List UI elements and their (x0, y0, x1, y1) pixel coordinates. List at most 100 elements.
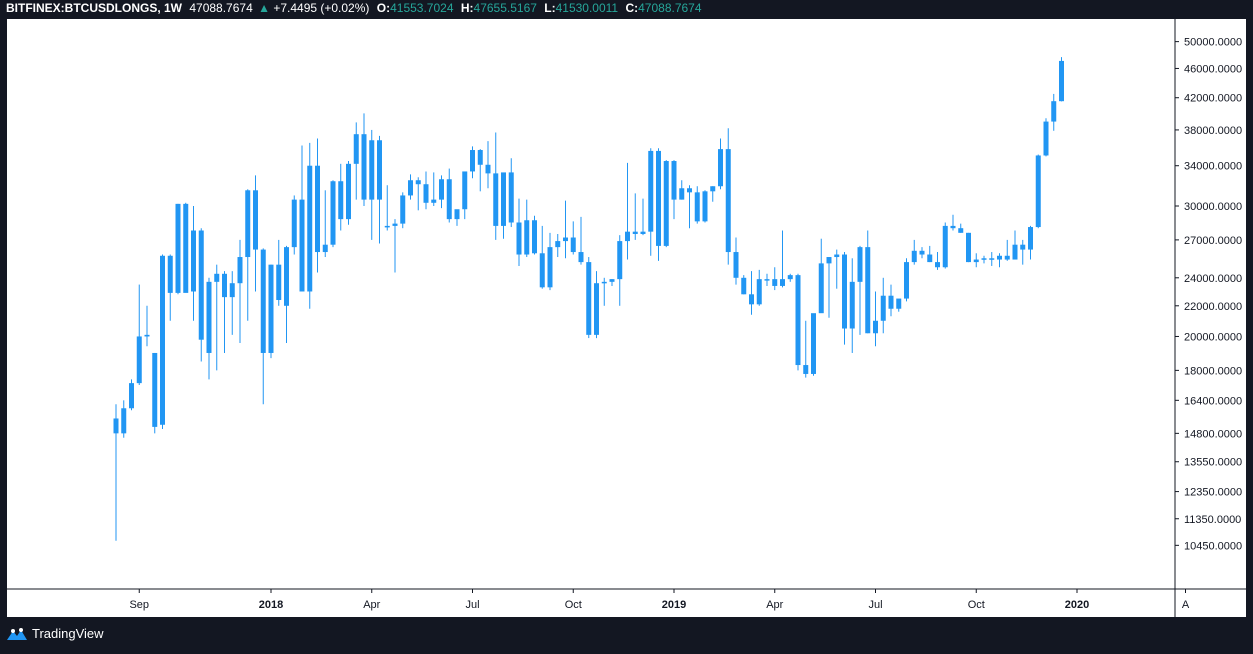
candle (330, 180, 336, 248)
open-value: 41553.7024 (390, 1, 454, 15)
candle (671, 160, 677, 220)
candle (935, 252, 940, 270)
candle-body (346, 163, 351, 220)
candle (253, 175, 258, 292)
candle-body (617, 241, 623, 280)
low-label: L: (544, 1, 556, 15)
candle (555, 233, 561, 258)
candle-body (353, 134, 359, 164)
candle (260, 248, 266, 405)
candle-body (865, 247, 871, 334)
candle (710, 186, 716, 202)
y-tick-label: 11350.0000 (1184, 514, 1241, 526)
candle (470, 146, 475, 179)
candle-body (485, 164, 491, 174)
candle-body (1051, 101, 1057, 122)
candle-body (1043, 121, 1049, 156)
candle-body (330, 181, 336, 245)
candlestick-chart[interactable]: 50000.0000 46000.0000 42000.0000 38000.0000… (7, 19, 1246, 617)
x-tick-label: Oct (968, 599, 985, 611)
candle-body (702, 191, 708, 222)
candle-body (989, 258, 995, 260)
tradingview-brand[interactable]: TradingView (6, 626, 104, 641)
candle (369, 129, 375, 240)
candle-body (625, 231, 630, 242)
candle (594, 271, 599, 339)
candle (268, 264, 274, 359)
candle-body (501, 172, 506, 226)
candle (315, 138, 320, 273)
candle (702, 190, 708, 223)
candle (795, 273, 801, 371)
candle-body (198, 230, 204, 340)
y-tick-label: 24000.0000 (1184, 273, 1242, 285)
candle-body (121, 408, 127, 434)
candle (694, 186, 700, 224)
candle (198, 228, 204, 362)
candle (888, 284, 894, 317)
candle (129, 379, 134, 411)
candle-body (555, 241, 561, 248)
candle (803, 320, 809, 378)
x-tick-label: Sep (129, 599, 149, 611)
candle-body (1059, 60, 1064, 102)
chart-panel[interactable]: 50000.0000 46000.0000 42000.0000 38000.0000… (7, 19, 1246, 617)
candle (958, 223, 964, 233)
candle (609, 279, 615, 286)
candle (1020, 239, 1026, 265)
candle-body (1035, 155, 1041, 228)
candle-body (741, 277, 747, 295)
candle-body (183, 203, 189, 293)
open-label: O: (376, 1, 391, 15)
candle-body (446, 179, 452, 220)
y-tick-label: 34000.0000 (1184, 161, 1242, 173)
candle-body (896, 298, 902, 309)
candle (842, 252, 847, 345)
candle-body (454, 209, 460, 220)
candle-body (152, 352, 158, 427)
candle (896, 298, 902, 312)
candle (780, 230, 785, 288)
candle-body (222, 273, 227, 298)
candle (291, 195, 297, 255)
y-tick-label: 14800.0000 (1184, 428, 1242, 440)
candle-body (175, 203, 181, 293)
candle (136, 284, 142, 385)
candle-body (415, 180, 421, 185)
candle (772, 267, 778, 291)
candle-body (423, 184, 429, 203)
candle-body (632, 231, 638, 234)
y-tick-label: 10450.0000 (1184, 540, 1242, 552)
candle (338, 163, 344, 231)
candle (927, 245, 933, 263)
candle (989, 252, 995, 266)
close-label: C: (625, 1, 639, 15)
candle-body (493, 173, 499, 226)
high-value: 47655.5167 (473, 1, 537, 15)
candle (818, 238, 824, 314)
candle-body (594, 283, 599, 335)
candle (299, 145, 305, 292)
candle (950, 214, 956, 231)
candle-body (245, 190, 251, 258)
candle-body (291, 199, 297, 248)
candle (516, 198, 522, 266)
candle (640, 198, 646, 236)
candle-body (935, 262, 940, 268)
candle-body (384, 225, 390, 228)
candle (532, 215, 537, 255)
candle-body (942, 225, 948, 268)
candle (446, 168, 452, 223)
candle (245, 189, 251, 321)
candle-body (361, 134, 367, 200)
candle-body (315, 165, 320, 253)
candle (1028, 225, 1033, 260)
candle (811, 313, 816, 376)
candle-body (408, 180, 413, 196)
y-tick-label: 13550.0000 (1184, 457, 1242, 469)
candle (501, 172, 506, 239)
candle (625, 162, 630, 260)
candle (1012, 230, 1018, 260)
candle-body (214, 273, 220, 282)
candle (113, 404, 119, 541)
